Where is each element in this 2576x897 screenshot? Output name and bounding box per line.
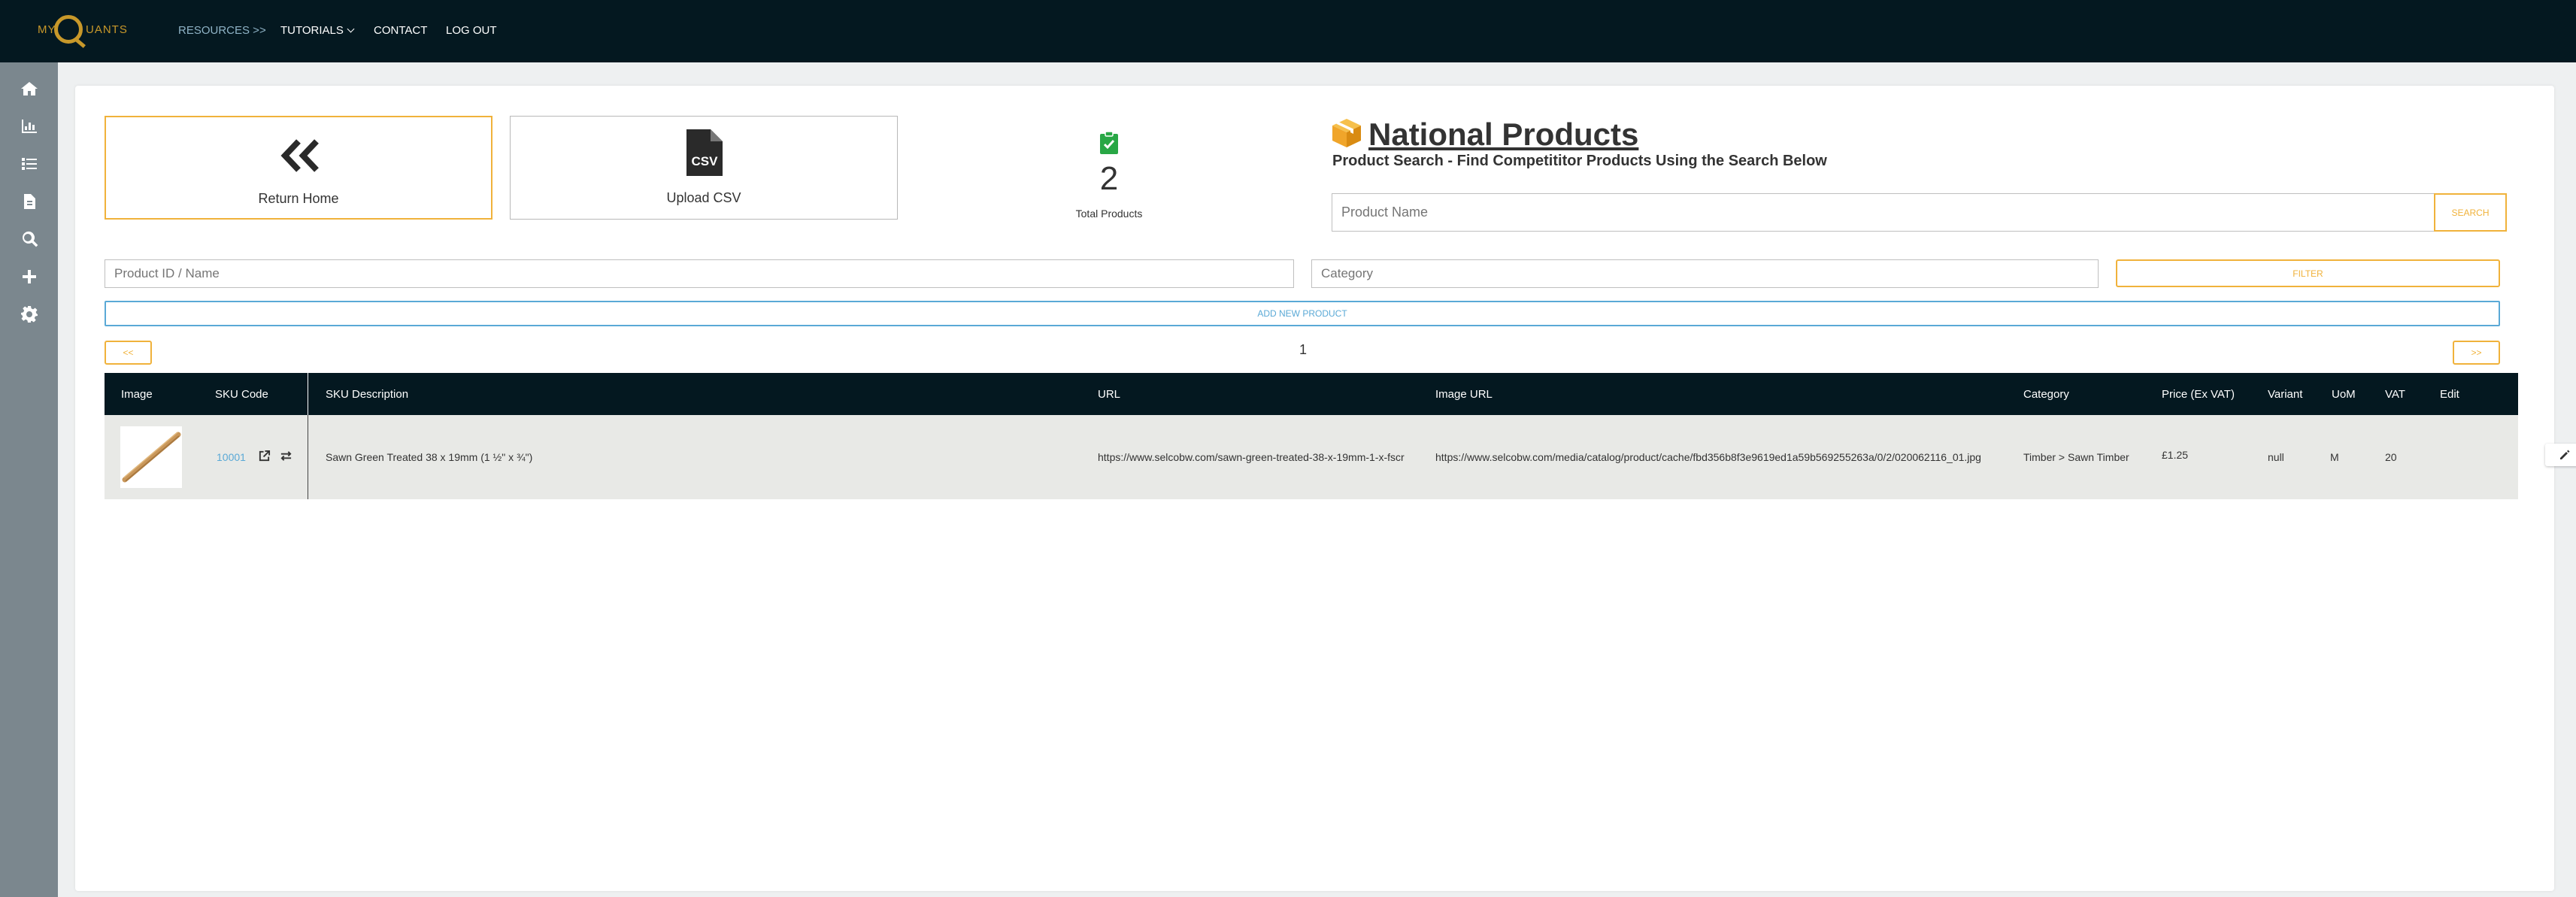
search-button[interactable]: SEARCH <box>2434 193 2507 232</box>
column-header-vat: VAT <box>2385 388 2405 401</box>
document-icon[interactable] <box>20 192 38 211</box>
product-id-filter-input[interactable] <box>105 259 1294 288</box>
product-url: https://www.selcobw.com/sawn-green-treat… <box>1098 451 1405 463</box>
category-filter-input[interactable] <box>1311 259 2099 288</box>
logo-text-left: MY <box>38 23 56 36</box>
return-home-label: Return Home <box>258 191 339 206</box>
row-actions <box>2545 444 2576 466</box>
external-link-icon[interactable] <box>258 450 271 462</box>
top-navbar: MY UANTS RESOURCES >> TUTORIALS CONTACT … <box>0 0 2576 62</box>
page-title: National Products <box>1368 117 1639 152</box>
list-icon[interactable] <box>20 155 38 173</box>
nav-contact-link[interactable]: CONTACT <box>374 24 427 37</box>
column-header-url: URL <box>1098 388 1121 401</box>
product-image-url: https://www.selcobw.com/media/catalog/pr… <box>1435 451 1981 463</box>
return-home-tile[interactable]: Return Home <box>105 116 492 220</box>
nav-tutorials-label: TUTORIALS <box>280 24 344 37</box>
filter-button[interactable]: FILTER <box>2116 259 2500 287</box>
box-icon <box>1332 119 1361 147</box>
column-header-image: Image <box>121 388 153 401</box>
clipboard-check-icon <box>1100 131 1118 154</box>
pagination-next-button[interactable]: >> <box>2453 341 2500 365</box>
total-products-label: Total Products <box>1075 208 1143 220</box>
double-chevron-left-icon <box>280 139 319 172</box>
chevron-down-icon <box>347 25 355 33</box>
column-header-variant: Variant <box>2268 388 2303 401</box>
sku-description: Sawn Green Treated 38 x 19mm (1 ½" x ¾") <box>326 451 533 463</box>
pagination-current-page: 1 <box>1299 342 1307 357</box>
product-price: £1.25 <box>2162 449 2189 461</box>
column-header-image-url: Image URL <box>1435 388 1493 401</box>
nav-tutorials-dropdown[interactable]: TUTORIALS <box>280 24 355 37</box>
total-products-count: 2 <box>1099 160 1119 197</box>
upload-csv-label: Upload CSV <box>666 190 741 205</box>
product-name-search-input[interactable] <box>1332 193 2435 232</box>
column-header-sku-description: SKU Description <box>326 388 409 401</box>
sku-code-link[interactable]: 10001 <box>217 451 246 463</box>
search-icon[interactable] <box>20 230 38 248</box>
add-new-product-button[interactable]: ADD NEW PRODUCT <box>105 301 2500 326</box>
brand-logo[interactable]: MY UANTS <box>38 14 127 48</box>
products-table-header: Image SKU Code SKU Description URL Image… <box>105 373 2518 415</box>
plus-icon[interactable] <box>20 268 38 286</box>
bar-chart-icon[interactable] <box>20 117 38 135</box>
product-category: Timber > Sawn Timber <box>2023 451 2129 463</box>
gear-icon[interactable] <box>20 305 38 323</box>
page-subtitle: Product Search - Find Competititor Produ… <box>1332 153 1827 169</box>
product-thumbnail[interactable] <box>120 426 182 488</box>
column-header-edit: Edit <box>2440 388 2459 401</box>
nav-resources-link[interactable]: RESOURCES >> <box>178 24 266 37</box>
nav-logout-link[interactable]: LOG OUT <box>446 24 497 37</box>
column-header-sku-code: SKU Code <box>215 388 268 401</box>
product-uom: M <box>2330 451 2339 463</box>
csv-badge-text: CSV <box>691 154 718 168</box>
pagination-prev-button[interactable]: << <box>105 341 152 365</box>
sidebar <box>0 62 58 897</box>
table-row: 10001 Sawn Green Treated 38 x 19mm (1 ½"… <box>105 415 2576 499</box>
home-icon[interactable] <box>20 80 38 98</box>
csv-file-icon <box>686 129 723 176</box>
product-vat: 20 <box>2385 451 2397 463</box>
column-header-uom: UoM <box>2332 388 2356 401</box>
column-header-category: Category <box>2023 388 2069 401</box>
pencil-icon[interactable] <box>2559 449 2571 461</box>
column-header-price: Price (Ex VAT) <box>2162 388 2235 401</box>
timber-image <box>122 432 181 483</box>
swap-arrows-icon[interactable] <box>280 450 292 462</box>
logo-text-right: UANTS <box>86 23 128 36</box>
logo-magnifier-icon <box>54 15 83 44</box>
upload-csv-tile[interactable]: CSV Upload CSV <box>510 116 898 220</box>
product-variant: null <box>2268 451 2284 463</box>
